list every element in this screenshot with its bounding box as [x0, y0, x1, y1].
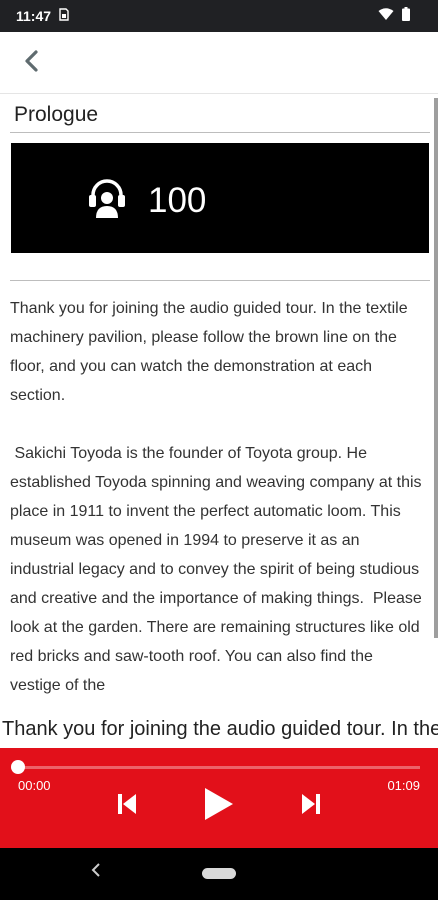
- divider: [10, 280, 430, 281]
- divider: [10, 132, 430, 133]
- wifi-icon: [378, 7, 394, 24]
- scrollbar[interactable]: [434, 98, 438, 638]
- system-nav-bar: [0, 848, 438, 900]
- content-area[interactable]: Prologue 100 Thank you for joining the a…: [0, 95, 438, 710]
- progress-track[interactable]: [18, 766, 420, 769]
- previous-button[interactable]: [116, 792, 138, 821]
- headphone-person-icon: [87, 177, 127, 224]
- play-icon: [201, 788, 235, 826]
- chevron-left-icon: [23, 49, 39, 78]
- skip-next-icon: [300, 794, 322, 820]
- progress-thumb[interactable]: [11, 760, 25, 774]
- status-bar: 11:47: [0, 0, 438, 32]
- nav-home-pill[interactable]: [202, 868, 236, 879]
- status-time: 11:47: [16, 8, 52, 24]
- app-bar: [0, 32, 438, 94]
- skip-previous-icon: [116, 794, 138, 820]
- back-button[interactable]: [16, 48, 46, 78]
- track-number: 100: [148, 181, 207, 220]
- total-time: 01:09: [387, 778, 420, 793]
- next-button[interactable]: [300, 792, 322, 821]
- section-title: Prologue: [14, 103, 99, 126]
- elapsed-time: 00:00: [18, 778, 51, 793]
- nav-back-icon[interactable]: [90, 862, 102, 883]
- play-button[interactable]: [201, 786, 235, 827]
- battery-icon: [402, 7, 410, 24]
- track-number-box: 100: [11, 143, 429, 253]
- description-text: Thank you for joining the audio guided t…: [10, 300, 422, 694]
- scrolling-ticker-text: Thank you for joining the audio guided t…: [2, 718, 438, 740]
- audio-player: 00:00 01:09: [0, 748, 438, 848]
- sim-card-icon: [59, 8, 69, 24]
